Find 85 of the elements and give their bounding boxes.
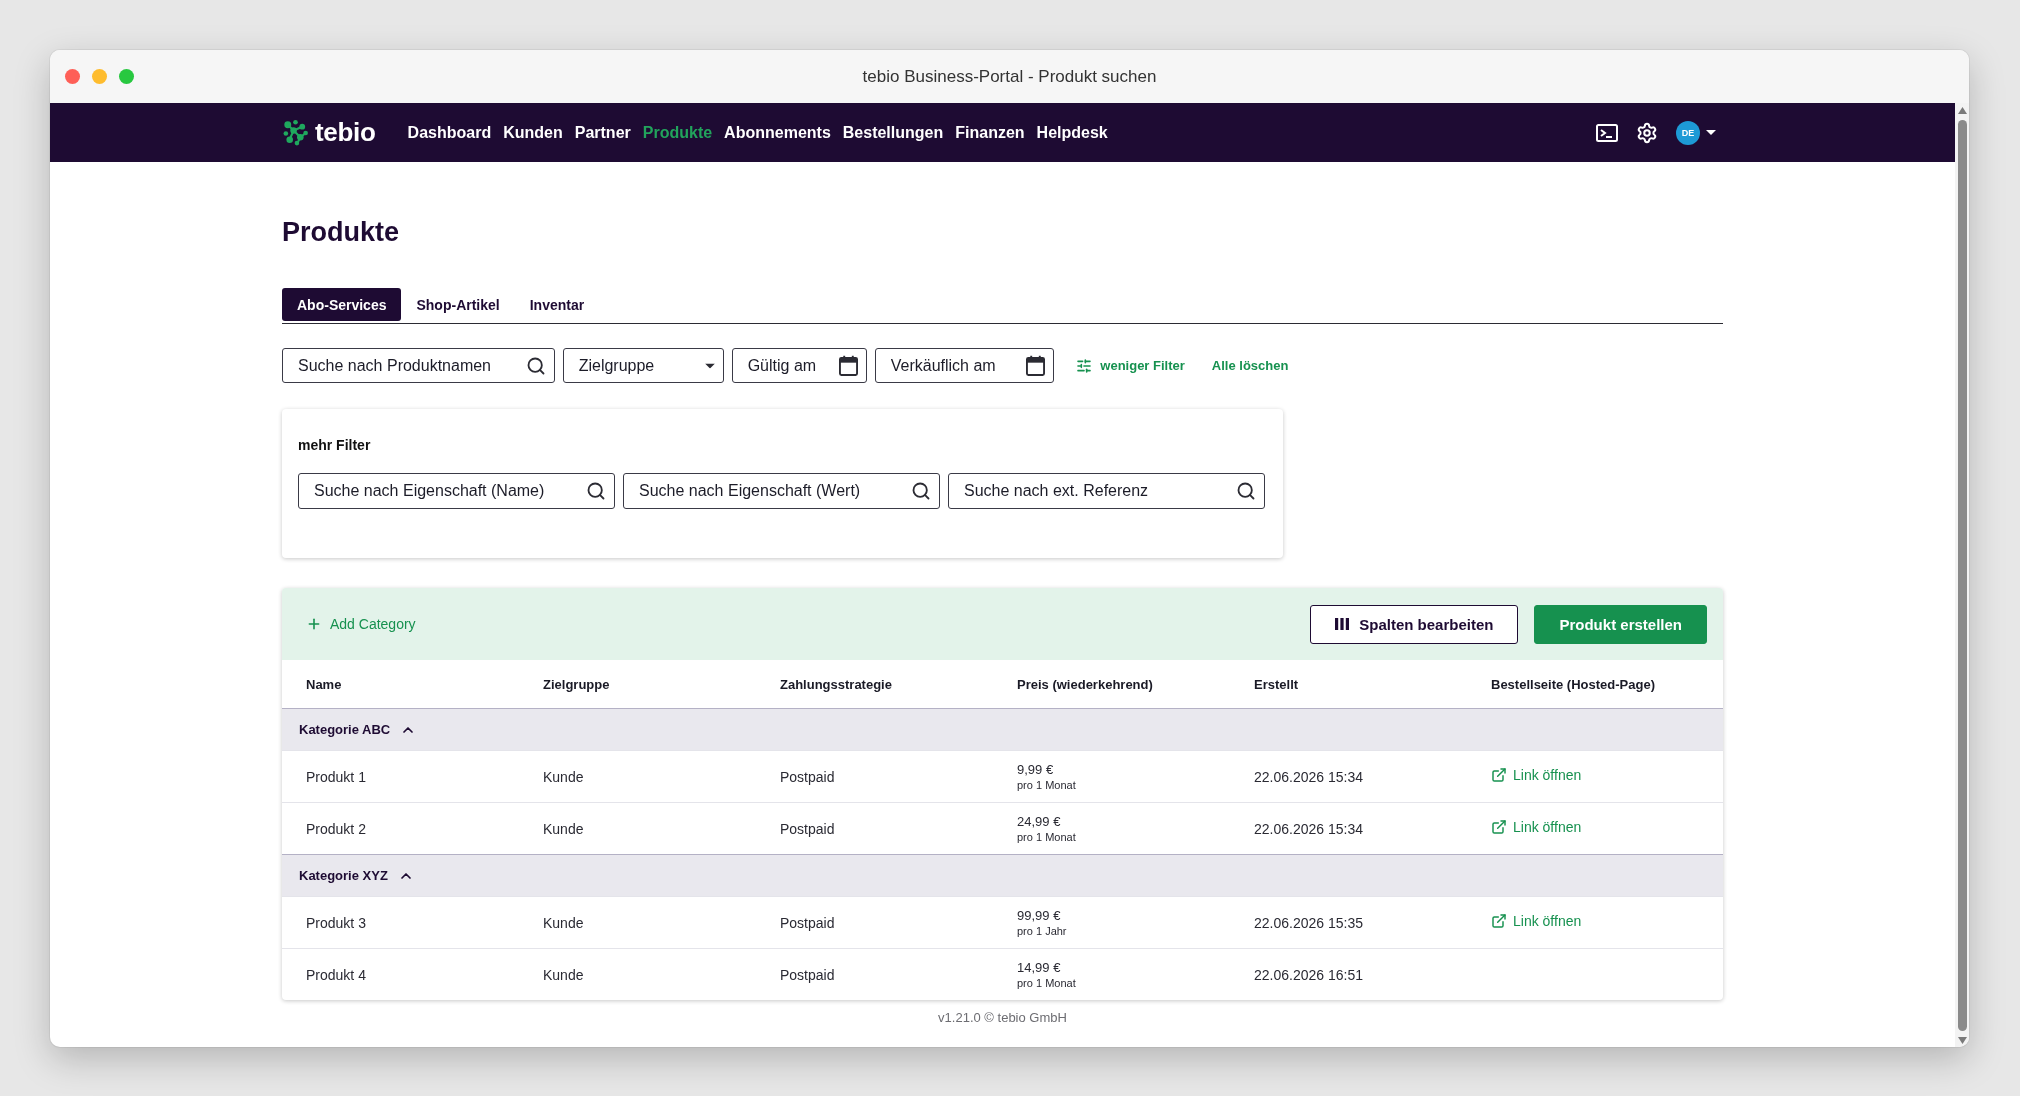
table-cell: Postpaid (780, 768, 835, 785)
nav-link[interactable]: Abonnements (724, 123, 831, 142)
calendar-icon[interactable] (838, 355, 858, 376)
date-field[interactable]: Verkäuflich am (874, 348, 1055, 383)
page-title: Produkte (282, 216, 400, 249)
billing-interval: pro 1 Monat (1017, 977, 1076, 989)
scroll-up-icon[interactable] (1957, 107, 1967, 114)
tab[interactable]: Abo-Services (282, 288, 402, 321)
tab[interactable]: Shop-Artikel (401, 288, 515, 321)
open-link[interactable]: Link öffnen (1491, 818, 1582, 835)
plus-icon (306, 616, 322, 632)
search-icon[interactable] (911, 481, 931, 501)
table-cell: Kunde (543, 820, 584, 837)
column-header: Name (306, 676, 342, 692)
add-category-button[interactable]: Add Category (306, 616, 416, 632)
table-cell: Produkt 2 (306, 820, 366, 837)
nav-link[interactable]: Finanzen (955, 123, 1025, 142)
external-link-icon (1491, 818, 1507, 835)
table-cell: Produkt 4 (306, 966, 366, 983)
table-cell: Postpaid (780, 820, 835, 837)
price-amount: 14,99 € (1017, 960, 1061, 975)
open-link[interactable]: Link öffnen (1491, 912, 1582, 929)
caret-down-icon[interactable] (704, 363, 715, 368)
create-product-button[interactable]: Produkt erstellen (1534, 604, 1707, 644)
table-cell: Produkt 3 (306, 914, 366, 931)
column-header: Zahlungsstrategie (780, 676, 892, 692)
table-cell: 22.06.2026 16:51 (1254, 966, 1363, 983)
sliders-icon (1076, 357, 1093, 374)
clear-all-button[interactable]: Alle löschen (1211, 358, 1289, 373)
edit-columns-button[interactable]: Spalten bearbeiten (1310, 604, 1519, 644)
scroll-down-icon[interactable] (1957, 1037, 1967, 1044)
search-icon[interactable] (586, 481, 606, 501)
category-name: Kategorie ABC (299, 722, 391, 737)
nav-link[interactable]: Produkte (642, 123, 713, 142)
columns-icon (1335, 618, 1350, 630)
scrollbar-thumb[interactable] (1957, 120, 1967, 1031)
caret-down-icon[interactable] (1706, 130, 1716, 135)
external-link-icon (1491, 912, 1507, 929)
search-icon[interactable] (525, 355, 546, 376)
date-field[interactable]: Gültig am (731, 348, 867, 383)
terminal-icon[interactable] (1596, 123, 1618, 142)
search-field[interactable]: Suche nach Produktnamen (282, 348, 555, 383)
footer-text: v1.21.0 © tebio GmbH (938, 1010, 1067, 1026)
search-field[interactable]: Suche nach Eigenschaft (Name) (298, 473, 615, 509)
settings-icon[interactable] (1636, 121, 1658, 144)
table-cell: Postpaid (780, 966, 835, 983)
open-link[interactable]: Link öffnen (1491, 766, 1582, 783)
nav-link[interactable]: Partner (574, 123, 631, 142)
table-cell: 22.06.2026 15:34 (1254, 820, 1363, 837)
table-cell: Produkt 1 (306, 768, 366, 785)
scrollbar-track[interactable] (1955, 103, 1969, 1047)
column-header: Zielgruppe (543, 676, 610, 692)
price-amount: 9,99 € (1017, 762, 1054, 777)
panel-title: mehr Filter (298, 436, 371, 454)
search-icon[interactable] (1236, 481, 1256, 501)
billing-interval: pro 1 Monat (1017, 831, 1076, 843)
table-cell: Postpaid (780, 914, 835, 931)
column-header: Erstellt (1254, 676, 1299, 692)
billing-interval: pro 1 Monat (1017, 779, 1076, 791)
dropdown-field[interactable]: Zielgruppe (562, 348, 724, 383)
external-link-icon (1491, 766, 1507, 783)
nav-link[interactable]: Helpdesk (1036, 123, 1108, 142)
close-window-icon[interactable] (65, 69, 80, 84)
table-cell: Kunde (543, 914, 584, 931)
nav-link[interactable]: Dashboard (407, 123, 492, 142)
column-header: Preis (wiederkehrend) (1017, 676, 1153, 692)
category-name: Kategorie XYZ (299, 868, 388, 883)
search-field[interactable]: Suche nach ext. Referenz (948, 473, 1265, 509)
table-cell: Kunde (543, 966, 584, 983)
price-amount: 99,99 € (1017, 908, 1061, 923)
column-header: Bestellseite (Hosted-Page) (1491, 676, 1655, 692)
window-title: tebio Business-Portal - Produkt suchen (862, 66, 1157, 87)
calendar-icon[interactable] (1026, 355, 1046, 376)
nav-link[interactable]: Bestellungen (842, 123, 944, 142)
table-cell: 22.06.2026 15:35 (1254, 914, 1363, 931)
table-cell: Kunde (543, 768, 584, 785)
logo-icon[interactable] (282, 119, 309, 146)
less-filters-button[interactable]: weniger Filter (1076, 357, 1185, 374)
brand-name: tebio (315, 117, 376, 148)
billing-interval: pro 1 Jahr (1017, 925, 1067, 937)
tab[interactable]: Inventar (514, 288, 600, 321)
search-field[interactable]: Suche nach Eigenschaft (Wert) (623, 473, 940, 509)
table-cell: 22.06.2026 15:34 (1254, 768, 1363, 785)
nav-link[interactable]: Kunden (503, 123, 563, 142)
price-amount: 24,99 € (1017, 814, 1061, 829)
